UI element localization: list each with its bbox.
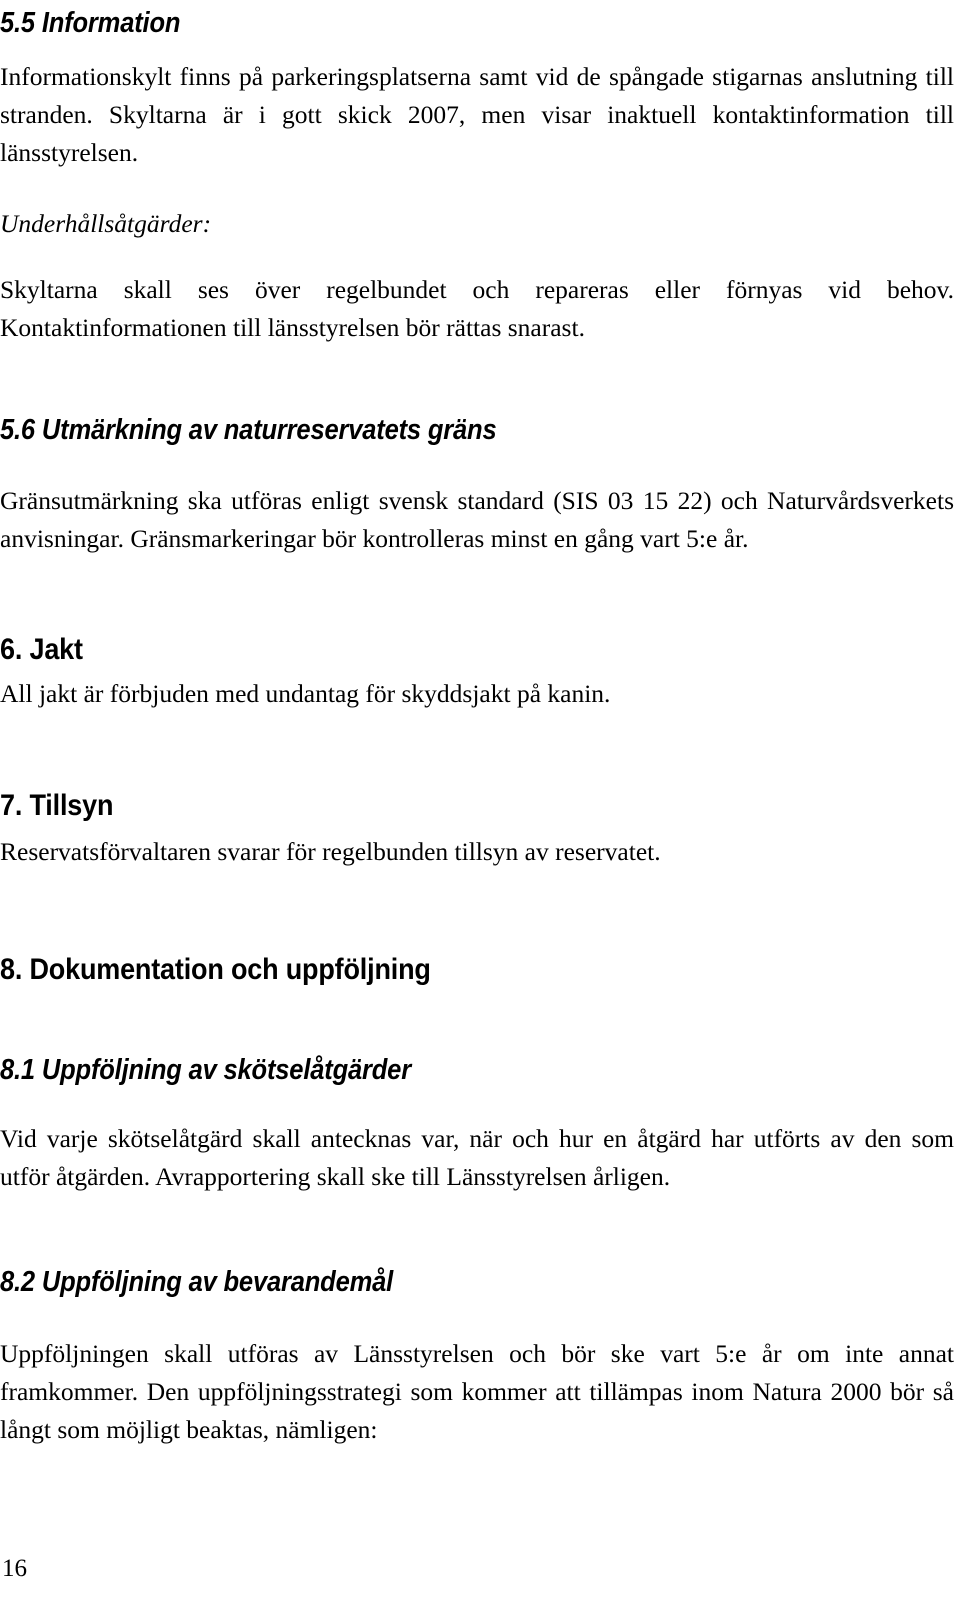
heading-5-5-text: 5.5 Information <box>0 7 181 39</box>
paragraph-5-5-body: Informationskylt finns på parkeringsplat… <box>0 58 954 172</box>
heading-8-1-text: 8.1 Uppföljning av skötselåtgärder <box>0 1054 411 1086</box>
label-text: Underhållsåtgärder: <box>0 209 212 238</box>
paragraph-text: Uppföljningen skall utföras av Länsstyre… <box>0 1339 954 1444</box>
paragraph-7-body: Reservatsförvaltaren svarar för regelbun… <box>0 833 954 871</box>
heading-8: 8. Dokumentation och uppföljning <box>0 952 479 987</box>
paragraph-8-1-body: Vid varje skötselåtgärd skall antecknas … <box>0 1120 954 1196</box>
heading-8-2: 8.2 Uppföljning av bevarandemål <box>0 1265 447 1299</box>
page-number: 16 <box>2 1555 27 1582</box>
paragraph-text: Skyltarna skall ses över regelbundet och… <box>0 275 954 342</box>
paragraph-8-2-body: Uppföljningen skall utföras av Länsstyre… <box>0 1335 954 1449</box>
heading-5-6-text: 5.6 Utmärkning av naturreservatets gräns <box>0 414 497 446</box>
paragraph-underhall-body: Skyltarna skall ses över regelbundet och… <box>0 271 954 347</box>
paragraph-6-body: All jakt är förbjuden med undantag för s… <box>0 675 954 713</box>
paragraph-5-6-body: Gränsutmärkning ska utföras enligt svens… <box>0 482 954 558</box>
paragraph-text: Reservatsförvaltaren svarar för regelbun… <box>0 837 661 866</box>
document-page: 5.5 Information Informationskylt finns p… <box>0 0 960 1597</box>
paragraph-text: Informationskylt finns på parkeringsplat… <box>0 62 954 167</box>
heading-7: 7. Tillsyn <box>0 788 126 823</box>
label-underhallsatgarder: Underhållsåtgärder: <box>0 205 954 243</box>
heading-7-text: 7. Tillsyn <box>0 789 114 822</box>
heading-8-2-text: 8.2 Uppföljning av bevarandemål <box>0 1266 394 1298</box>
heading-6: 6. Jakt <box>0 632 92 667</box>
paragraph-text: All jakt är förbjuden med undantag för s… <box>0 679 611 708</box>
heading-6-text: 6. Jakt <box>0 633 83 666</box>
heading-5-6: 5.6 Utmärkning av naturreservatets gräns <box>0 413 564 447</box>
heading-8-text: 8. Dokumentation och uppföljning <box>0 953 431 986</box>
heading-8-1: 8.1 Uppföljning av skötselåtgärder <box>0 1053 467 1087</box>
paragraph-text: Vid varje skötselåtgärd skall antecknas … <box>0 1124 954 1191</box>
heading-5-5: 5.5 Information <box>0 6 205 40</box>
paragraph-text: Gränsutmärkning ska utföras enligt svens… <box>0 486 954 553</box>
